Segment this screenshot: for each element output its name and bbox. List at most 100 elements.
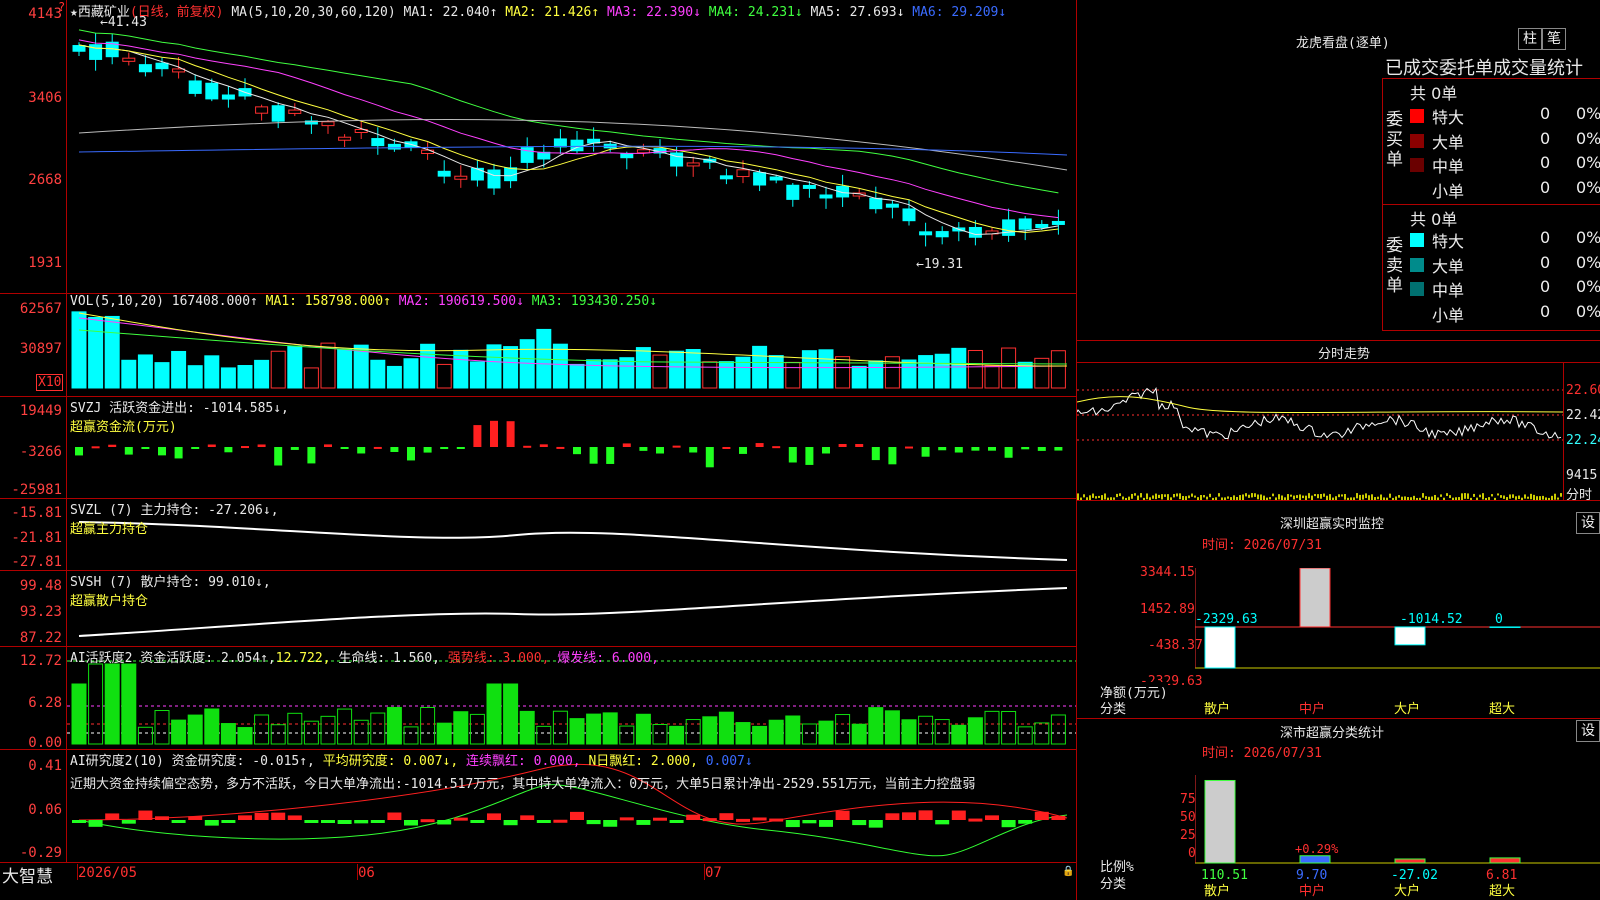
fund-flow-bar	[423, 447, 432, 453]
activity-bar	[536, 725, 552, 745]
star-icon[interactable]: ★	[70, 5, 78, 20]
candle-body	[919, 231, 933, 236]
intraday-chart[interactable]	[1077, 362, 1563, 500]
research-bar	[536, 820, 551, 823]
fund-flow-bar	[739, 447, 747, 454]
intraday-vol-bar	[1203, 495, 1205, 498]
research-bar	[321, 820, 335, 823]
intraday-vol-bar	[1464, 493, 1466, 499]
research-bar	[254, 812, 269, 820]
intraday-vol-bar	[1194, 495, 1196, 498]
volume-bar	[835, 356, 851, 389]
monitor-bar-3	[1489, 626, 1521, 628]
intraday-vol-bar	[1554, 493, 1556, 500]
activity-bar	[287, 712, 303, 745]
intraday-vol-bar	[1116, 493, 1118, 498]
fund-flow-bar	[257, 444, 266, 447]
intraday-vol-bar	[1449, 495, 1451, 499]
intraday-vol-bar	[1314, 494, 1316, 497]
ai1-v3: 生命线: 1.560,	[338, 651, 440, 666]
sz-stats-date: 时间: 2026/07/31	[1202, 746, 1322, 761]
ma-line	[78, 44, 1059, 236]
tick-mode-button[interactable]: 笔	[1542, 28, 1566, 50]
intraday-vol-bar	[1245, 493, 1247, 497]
buy-row-pct: 0%	[1576, 177, 1600, 197]
monitor-cat-1: 中户	[1299, 702, 1326, 717]
activity-bar	[486, 683, 502, 745]
research-bar	[1051, 815, 1066, 820]
intraday-vol-bar	[1509, 494, 1511, 499]
lock-icon[interactable]: 🔒	[1062, 866, 1074, 877]
help-mark[interactable]: ?	[58, 0, 65, 14]
volume-bar	[104, 315, 120, 389]
ai2-v2: 平均研究度: 0.007↓,	[322, 754, 459, 769]
sz-monitor-axis-1: 3344.15	[1140, 565, 1195, 580]
activity-bar	[818, 720, 834, 745]
fund-flow-bar	[390, 447, 399, 452]
activity-bar	[851, 723, 867, 745]
ma2-value: MA2: 21.426↑	[505, 5, 600, 20]
stats-bar-2	[1394, 858, 1426, 864]
vol-value: 167408.000↑	[171, 294, 258, 309]
sz-monitor-settings-button[interactable]: 设	[1576, 512, 1600, 534]
sell-row-1: 大单 0 0%	[1410, 253, 1600, 276]
ma-line	[78, 44, 1059, 234]
volume-bar	[137, 354, 153, 389]
volume-bar	[652, 354, 668, 389]
activity-bar	[951, 724, 967, 745]
vol-ma2: MA2: 190619.500↓	[398, 294, 524, 309]
sz-stats-settings-button[interactable]: 设	[1576, 720, 1600, 742]
intraday-vol-bar	[1389, 493, 1391, 498]
ai2-v5: 0.007↓	[705, 754, 753, 769]
research-bar	[105, 813, 120, 820]
svzj-axis-2: -3266	[19, 444, 62, 460]
intraday-vol-bar	[1272, 493, 1274, 497]
intraday-vol-bar	[1095, 496, 1097, 499]
research-bar	[570, 811, 584, 820]
activity-bar	[702, 716, 718, 745]
fund-flow-bar	[606, 447, 615, 464]
brand-logo[interactable]: 大智慧	[2, 862, 53, 887]
volume-bar	[685, 349, 701, 389]
activity-bar	[337, 708, 353, 745]
intraday-vol-bar	[1140, 493, 1142, 498]
fund-flow-bar	[1004, 447, 1013, 458]
candle-body	[968, 226, 982, 238]
fund-flow-bar	[622, 443, 631, 447]
intraday-price-line	[1077, 387, 1562, 440]
buy-row-1: 大单 0 0%	[1410, 128, 1600, 152]
ai2-axis-1: 0.41	[28, 758, 62, 774]
intraday-vol-bar	[1500, 495, 1502, 498]
volume-bar	[386, 365, 402, 389]
buy-row-count: 0	[1540, 128, 1551, 148]
fund-flow-bar	[705, 447, 714, 468]
intraday-vol-bar	[1302, 495, 1304, 499]
volume-bar	[851, 365, 867, 389]
research-bar	[1034, 811, 1049, 820]
research-bar	[204, 820, 219, 826]
intraday-vol-bar	[1146, 493, 1148, 500]
intraday-vol-bar	[1425, 496, 1427, 500]
volume-bar	[984, 365, 1000, 389]
activity-bar	[121, 663, 137, 745]
sz-monitor-title: 深圳超赢实时监控	[1280, 517, 1385, 532]
intraday-p3: 22.24	[1566, 433, 1600, 448]
xaxis-month-2: 06	[358, 865, 375, 881]
fund-flow-bar	[722, 446, 731, 449]
vol-ma1: MA1: 158798.000↑	[265, 294, 391, 309]
activity-bar	[552, 710, 568, 745]
fund-flow-bar	[1054, 447, 1063, 451]
candle-body	[1002, 219, 1016, 236]
activity-bar	[137, 726, 153, 745]
svzl-title: SVZL (7) 主力持仓: -27.206↓, 超赢主力持仓	[70, 499, 279, 537]
candle-body	[719, 175, 733, 180]
fund-flow-bar	[921, 447, 930, 457]
bar-mode-button[interactable]: 柱	[1518, 28, 1542, 50]
candle-body	[138, 64, 152, 73]
monitor-value-3: 0	[1495, 612, 1503, 627]
intraday-vol-bar	[1482, 493, 1484, 500]
monitor-value-0: -2329.63	[1195, 612, 1258, 627]
fund-flow-bar	[988, 447, 996, 451]
volume-bar	[171, 350, 187, 389]
volume-bar	[1001, 347, 1017, 389]
